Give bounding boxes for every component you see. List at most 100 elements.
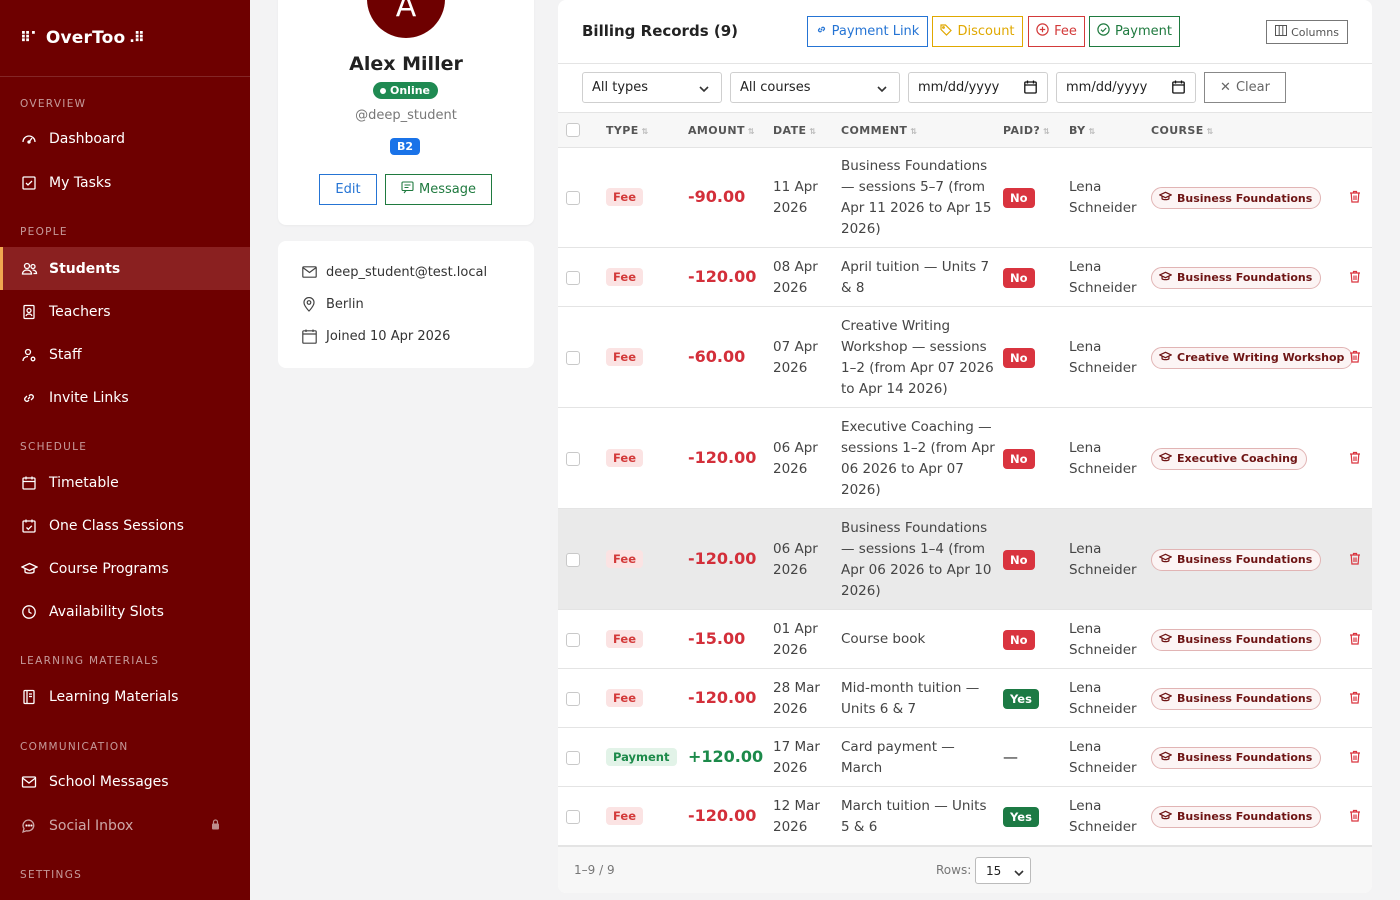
course-badge[interactable]: Business Foundations <box>1151 746 1322 769</box>
column-header-by[interactable]: BY ⇅ <box>1069 124 1096 137</box>
column-header-amount[interactable]: AMOUNT ⇅ <box>688 124 755 137</box>
select-all-checkbox[interactable] <box>566 123 580 137</box>
table-row[interactable]: Fee -90.00 11 Apr 2026 Business Foundations —… <box>558 148 1372 248</box>
message-button[interactable]: Message <box>385 174 492 205</box>
table-row[interactable]: Fee -120.00 28 Mar 2026 Mid-month tuition — U… <box>558 669 1372 728</box>
payment-button[interactable]: Payment <box>1089 16 1180 47</box>
course-badge[interactable]: Executive Coaching <box>1151 447 1307 470</box>
date-to-input[interactable]: mm/dd/yyyy <box>1056 72 1196 103</box>
sidebar-item-invite-links[interactable]: Invite Links <box>0 376 250 419</box>
sidebar-item-label: Learning Materials <box>49 688 179 705</box>
column-header-course[interactable]: COURSE ⇅ <box>1151 124 1214 137</box>
sidebar-item-course-programs[interactable]: Course Programs <box>0 547 250 590</box>
course-badge[interactable]: Business Foundations <box>1151 805 1322 828</box>
course-badge[interactable]: Business Foundations <box>1151 548 1322 571</box>
sidebar-item-learning-materials[interactable]: Learning Materials <box>0 675 250 718</box>
sort-icon: ⇅ <box>910 127 918 136</box>
row-checkbox[interactable] <box>566 691 580 706</box>
table-footer: 1–9 / 9 Rows: 15 <box>558 846 1372 893</box>
comment-line: — sessions 1–4 (from <box>841 540 985 557</box>
fee-button[interactable]: Fee <box>1028 16 1085 47</box>
date-year: 2026 <box>773 759 808 776</box>
comment-line: 2026) <box>841 221 881 237</box>
row-checkbox[interactable] <box>566 350 580 365</box>
logo-dots-icon: ⠿⠁ <box>20 30 41 46</box>
table-row[interactable]: Fee -120.00 06 Apr 2026 Executive Coaching —… <box>558 408 1372 509</box>
date-cell: 06 Apr 2026 <box>773 539 818 581</box>
date-year: 2026 <box>773 818 808 835</box>
course-badge[interactable]: Business Foundations <box>1151 628 1322 651</box>
delete-icon[interactable] <box>1349 190 1361 207</box>
sidebar-item-dashboard[interactable]: Dashboard <box>0 117 250 160</box>
row-checkbox[interactable] <box>566 270 580 285</box>
sidebar-item-students[interactable]: Students <box>0 247 250 290</box>
comment-line: & 8 <box>841 279 865 296</box>
type-filter-select[interactable]: All types <box>582 72 722 103</box>
billing-panel: Billing Records (9) Payment Link Discoun… <box>558 0 1372 893</box>
course-name: Business Foundations <box>1177 271 1313 284</box>
delete-icon[interactable] <box>1349 691 1361 708</box>
course-filter-select[interactable]: All courses <box>730 72 900 103</box>
by-last-name: Schneider <box>1069 561 1137 578</box>
delete-icon[interactable] <box>1349 809 1361 826</box>
row-checkbox[interactable] <box>566 809 580 824</box>
sidebar-item-one-class-sessions[interactable]: One Class Sessions <box>0 504 250 547</box>
course-badge[interactable]: Business Foundations <box>1151 266 1322 289</box>
row-checkbox[interactable] <box>566 750 580 765</box>
row-checkbox[interactable] <box>566 632 580 647</box>
row-checkbox[interactable] <box>566 191 580 205</box>
row-checkbox[interactable] <box>566 451 580 466</box>
date-from-input[interactable]: mm/dd/yyyy <box>908 72 1048 103</box>
calendar-icon[interactable] <box>1024 80 1037 98</box>
calendar-icon[interactable] <box>1172 80 1185 98</box>
date-cell: 07 Apr 2026 <box>773 337 818 379</box>
sort-icon: ⇅ <box>809 127 817 136</box>
sidebar-item-my-tasks[interactable]: My Tasks <box>0 161 250 204</box>
course-badge[interactable]: Creative Writing Workshop <box>1151 346 1354 369</box>
row-checkbox[interactable] <box>566 552 580 567</box>
column-header-type[interactable]: TYPE ⇅ <box>606 124 649 137</box>
comment-line: 2026) <box>841 481 881 498</box>
app-logo[interactable]: ⠿⠁ OverToo .⠿ <box>0 0 250 77</box>
clear-filters-button[interactable]: ✕ Clear <box>1204 72 1286 103</box>
edit-button[interactable]: Edit <box>319 174 377 205</box>
course-badge[interactable]: Business Foundations <box>1151 687 1322 710</box>
amount-value: -120.00 <box>688 266 757 286</box>
table-row[interactable]: Fee -120.00 08 Apr 2026 April tuition — Unit… <box>558 248 1372 307</box>
delete-icon[interactable] <box>1349 350 1361 367</box>
column-header-date[interactable]: DATE ⇅ <box>773 124 817 137</box>
table-row[interactable]: Fee -60.00 07 Apr 2026 Creative Writing Works… <box>558 307 1372 408</box>
rows-per-page-select[interactable]: 15 <box>975 857 1031 884</box>
email-value[interactable]: deep_student@test.local <box>326 265 487 280</box>
sidebar-item-social-inbox[interactable]: Social Inbox <box>0 804 250 847</box>
delete-icon[interactable] <box>1349 270 1361 287</box>
column-header-comment[interactable]: COMMENT ⇅ <box>841 124 917 137</box>
columns-button[interactable]: Columns <box>1266 20 1348 44</box>
table-row[interactable]: Fee -120.00 12 Mar 2026 March tuition — Unit… <box>558 787 1372 846</box>
delete-icon[interactable] <box>1349 750 1361 767</box>
paid-badge: Yes <box>1003 806 1039 827</box>
sidebar-item-availability-slots[interactable]: Availability Slots <box>0 590 250 633</box>
payment-link-button[interactable]: Payment Link <box>807 16 928 47</box>
table-row[interactable]: Fee -15.00 01 Apr 2026 Course book No Lena Schn… <box>558 610 1372 669</box>
fee-label: Fee <box>1054 24 1077 39</box>
chevron-down-icon <box>877 82 887 97</box>
delete-icon[interactable] <box>1349 552 1361 569</box>
student-handle: @deep_student <box>355 108 457 123</box>
date-cell: 12 Mar 2026 <box>773 796 820 838</box>
sidebar-item-teachers[interactable]: Teachers <box>0 290 250 333</box>
sidebar-item-label: Dashboard <box>49 130 125 147</box>
sidebar-item-staff[interactable]: Staff <box>0 333 250 376</box>
course-badge[interactable]: Business Foundations <box>1151 187 1322 209</box>
table-row[interactable]: Payment +120.00 17 Mar 2026 Card payment — Ma… <box>558 728 1372 787</box>
paid-badge: No <box>1003 267 1035 288</box>
delete-icon[interactable] <box>1349 632 1361 649</box>
table-row[interactable]: Fee -120.00 06 Apr 2026 Business Foundations… <box>558 509 1372 610</box>
sidebar-item-timetable[interactable]: Timetable <box>0 461 250 504</box>
by-last-name: Schneider <box>1069 759 1137 776</box>
column-header-paid[interactable]: PAID? ⇅ <box>1003 124 1050 137</box>
graduation-cap-icon <box>1158 553 1173 567</box>
delete-icon[interactable] <box>1349 451 1361 468</box>
sidebar-item-school-messages[interactable]: School Messages <box>0 760 250 803</box>
discount-button[interactable]: Discount <box>932 16 1023 47</box>
